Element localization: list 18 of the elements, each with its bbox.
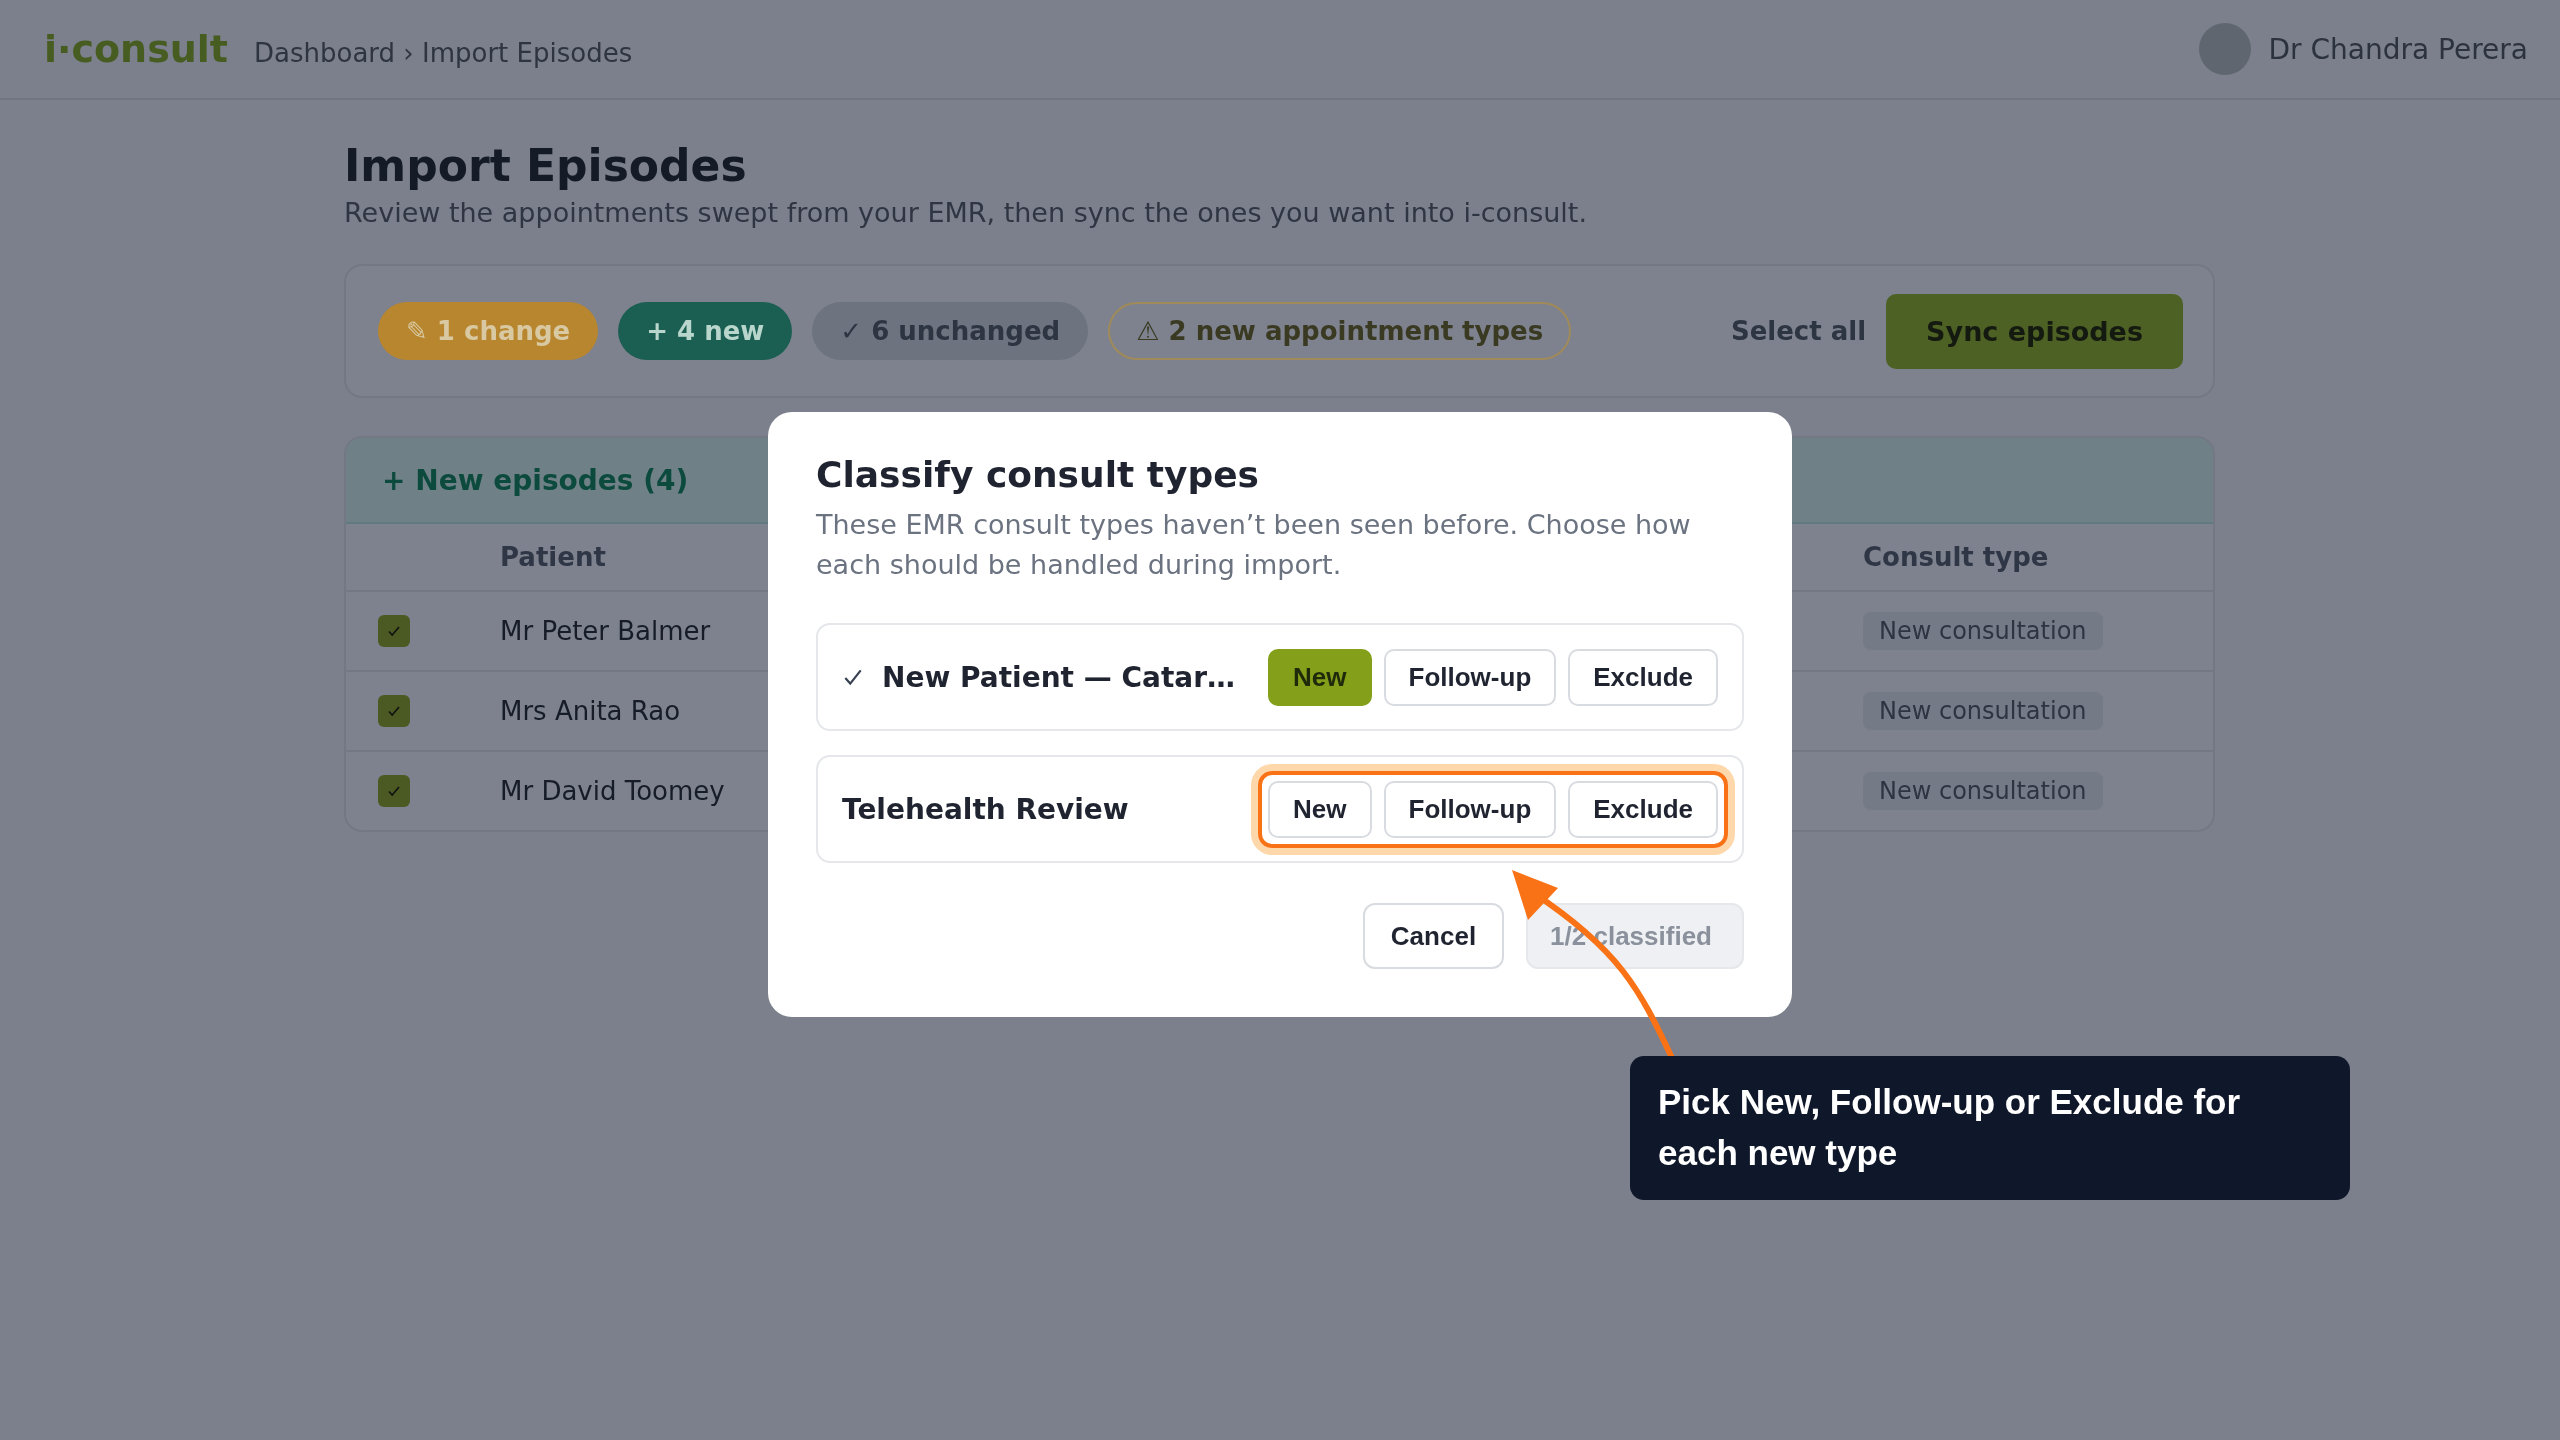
column-header: Patient (500, 542, 606, 572)
dialog-description: These EMR consult types haven’t been seen before. Choose how each should be handled during import. (816, 508, 1692, 582)
user-name: Dr Chandra Perera (2268, 32, 2528, 66)
consult-type-tag: New consultation (1863, 772, 2103, 810)
patient-name: Mr David Toomey (500, 776, 726, 806)
patient-name: Mrs Anita Rao (500, 696, 682, 726)
patient-name: Mr Peter Balmer (500, 616, 712, 646)
consult-type-name: Telehealth Review (842, 792, 1129, 826)
page-title: Import Episodes (344, 140, 748, 191)
breadcrumb: Dashboard › Import Episodes (254, 38, 633, 68)
page-subtitle: Review the appointments swept from your EMR, then sync the ones you want into i-consult. (344, 197, 1588, 228)
dialog-title: Classify consult types (816, 454, 1261, 495)
consult-type-tag: New consultation (1863, 692, 2103, 730)
section-title: + New episodes (4) (382, 463, 689, 497)
consult-type-name: New Patient — Catar… (882, 660, 1236, 694)
consult-type-tag: New consultation (1863, 612, 2103, 650)
column-header: Consult type (1863, 542, 2049, 572)
tooltip: Pick New, Follow-up or Exclude for each new type (1630, 1056, 2350, 1200)
